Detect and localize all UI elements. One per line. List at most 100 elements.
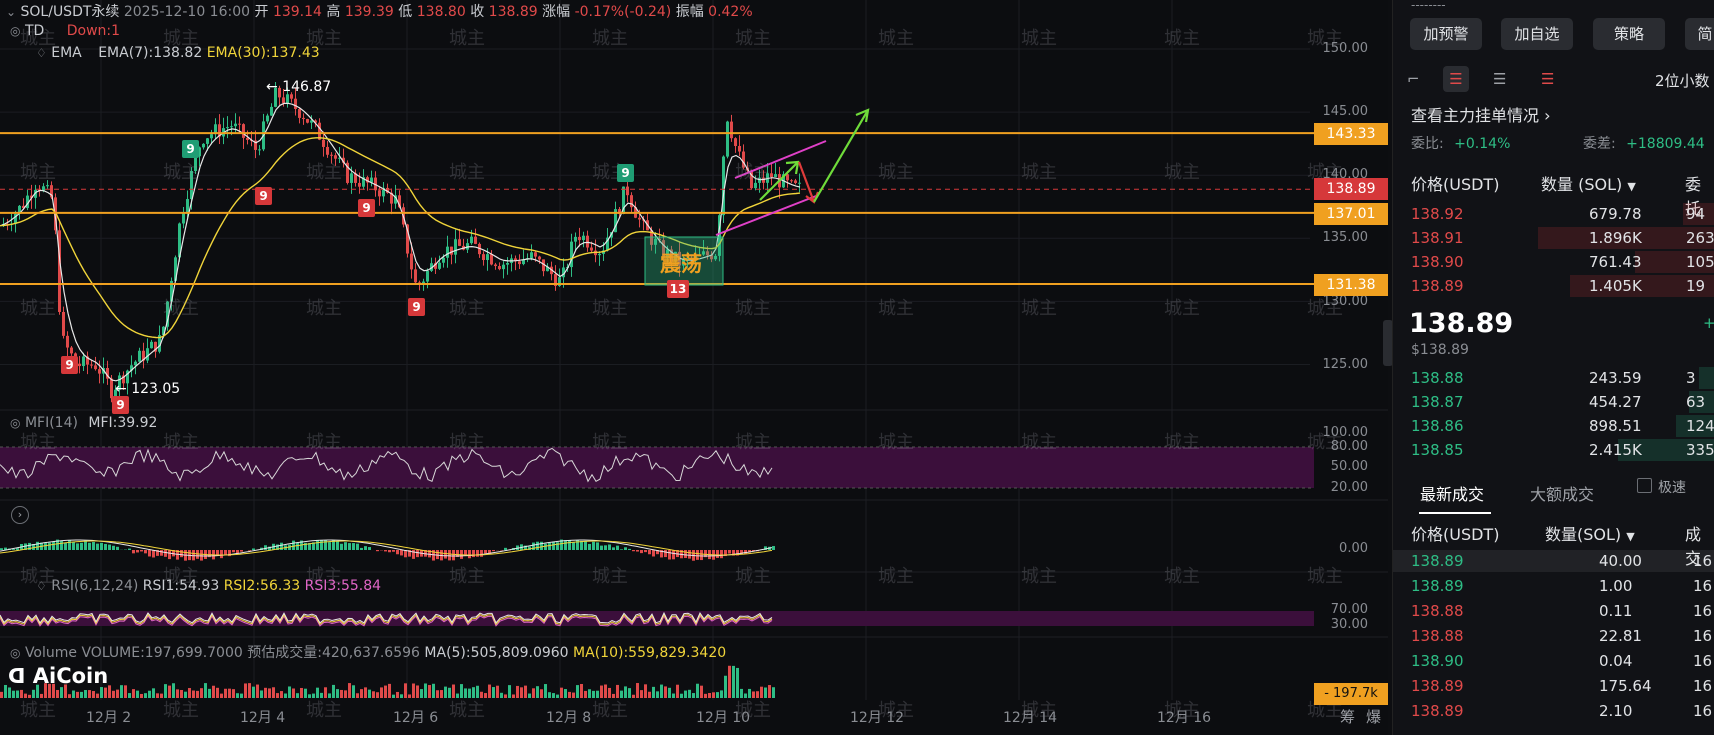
- macd-bar: [348, 543, 351, 550]
- macd-bar: [636, 550, 639, 552]
- macd-bar: [104, 543, 107, 550]
- eye-icon[interactable]: ◎: [10, 24, 20, 38]
- trade-row[interactable]: 138.89 40.00 16: [1393, 549, 1714, 574]
- macd-bar: [444, 550, 447, 559]
- macd-bar: [696, 550, 699, 560]
- td-badge: 9: [61, 356, 78, 374]
- ask-row[interactable]: 138.92 679.78 94: [1393, 202, 1714, 227]
- watermark: 城主: [449, 700, 485, 721]
- macd-bar: [596, 542, 599, 550]
- watermark: 城主: [878, 566, 914, 587]
- book-header-price: 价格(USDT): [1411, 175, 1500, 194]
- candle-body: [270, 106, 273, 116]
- watermark: 城主: [735, 432, 771, 453]
- ask-row[interactable]: 138.91 1.896K 263: [1393, 226, 1714, 251]
- tab-large-trades[interactable]: 大额成交: [1530, 481, 1594, 505]
- candle-body: [146, 348, 149, 361]
- macd-bar: [164, 550, 167, 557]
- ask-row[interactable]: 138.89 1.405K 19: [1393, 274, 1714, 299]
- macd-bar: [716, 550, 719, 558]
- candle-body: [294, 98, 297, 110]
- add-favorite-button[interactable]: 加自选: [1501, 18, 1573, 50]
- level-label-current: 138.89: [1314, 178, 1388, 200]
- volume-bar: [112, 690, 115, 698]
- trade-price: 138.88: [1411, 602, 1464, 620]
- trade-row[interactable]: 138.90 0.04 16: [1393, 649, 1714, 674]
- trade-row[interactable]: 138.88 0.11 16: [1393, 599, 1714, 624]
- bell-icon[interactable]: ♢: [36, 579, 47, 593]
- price-chart-canvas[interactable]: [0, 0, 1388, 735]
- candle-body: [626, 186, 629, 196]
- volume-bar: [356, 693, 359, 698]
- macd-bar: [48, 542, 51, 550]
- volume-label: Volume: [24, 645, 78, 661]
- layout-both-icon[interactable]: ☰: [1443, 66, 1469, 92]
- main-orders-link[interactable]: 查看主力挂单情况 ›: [1411, 102, 1551, 126]
- trade-header-qty[interactable]: 数量(SOL) ▼: [1545, 521, 1635, 545]
- expand-indicator-icon[interactable]: ›: [11, 506, 29, 524]
- trade-header-qty-label: 数量(SOL): [1545, 525, 1622, 544]
- layout-bids-icon[interactable]: ☰: [1493, 70, 1506, 88]
- candle-body: [410, 253, 413, 270]
- candle-body: [530, 252, 533, 259]
- candle-body: [302, 117, 305, 120]
- macd-bar: [688, 550, 691, 559]
- trade-row[interactable]: 138.88 22.81 16: [1393, 624, 1714, 649]
- bid-total: 3: [1686, 369, 1696, 387]
- bell-icon[interactable]: ♢: [36, 46, 47, 60]
- macd-bar: [364, 546, 367, 550]
- volume-bar: [144, 693, 147, 698]
- candle-body: [46, 185, 49, 187]
- volume-bar: [12, 690, 15, 698]
- bid-price: 138.88: [1411, 369, 1464, 387]
- volume-bar: [732, 665, 735, 698]
- macd-bar: [480, 550, 483, 557]
- candle-body: [582, 235, 585, 241]
- td-badge: 9: [182, 140, 199, 158]
- candle-body: [486, 254, 489, 261]
- tab-latest-trades[interactable]: 最新成交: [1420, 481, 1484, 505]
- trade-price: 138.89: [1411, 677, 1464, 695]
- macd-bar: [88, 542, 91, 550]
- eye-icon[interactable]: ◎: [10, 416, 20, 430]
- volume-bar: [656, 691, 659, 698]
- macd-bar: [224, 550, 227, 556]
- candle-body: [730, 121, 733, 139]
- volume-bar: [556, 694, 559, 698]
- candle-body: [238, 123, 241, 125]
- bid-row[interactable]: 138.85 2.415K 335: [1393, 438, 1714, 463]
- chips-button[interactable]: 筹: [1340, 706, 1355, 727]
- ema7-value: EMA(7):138.82: [98, 45, 203, 61]
- liquidation-button[interactable]: 爆: [1366, 706, 1381, 727]
- ask-row[interactable]: 138.90 761.43 105: [1393, 250, 1714, 275]
- trade-time: 16: [1693, 577, 1713, 595]
- decimals-select[interactable]: 2位小数: [1655, 70, 1710, 91]
- volume-bar: [92, 691, 95, 698]
- volume-bar: [128, 693, 131, 698]
- open-value: 139.14: [272, 4, 322, 20]
- eye-icon[interactable]: ◎: [10, 646, 20, 660]
- volume-bar: [516, 685, 519, 698]
- volume-bar: [636, 683, 639, 698]
- macd-bar: [472, 550, 475, 558]
- candle-body: [70, 347, 73, 354]
- book-header-qty[interactable]: 数量 (SOL) ▼: [1541, 171, 1636, 195]
- bid-row[interactable]: 138.88 243.59 3: [1393, 366, 1714, 391]
- bid-row[interactable]: 138.87 454.27 63: [1393, 390, 1714, 415]
- bid-row[interactable]: 138.86 898.51 124: [1393, 414, 1714, 439]
- layout-asks-icon[interactable]: ☰: [1541, 70, 1554, 88]
- add-alert-button[interactable]: 加预警: [1410, 18, 1482, 50]
- macd-bar: [564, 540, 567, 550]
- simple-button[interactable]: 简: [1685, 18, 1714, 50]
- macd-bar: [100, 542, 103, 550]
- trade-row[interactable]: 138.89 175.64 16: [1393, 674, 1714, 699]
- rsi2-value: RSI2:56.33: [223, 578, 301, 594]
- trade-price: 138.89: [1411, 577, 1464, 595]
- strategy-button[interactable]: 策略: [1593, 18, 1665, 50]
- chart-area[interactable]: 城主 城主 城主 城主 城主 城主 城主 城主 城主 城主 城主 城主 城主 城主 城主 城主 城主 城主 城主 城主…: [0, 0, 1388, 735]
- layout-default-icon[interactable]: ⌐: [1407, 70, 1420, 88]
- trade-row[interactable]: 138.89 2.10 16: [1393, 699, 1714, 724]
- trade-row[interactable]: 138.89 1.00 16: [1393, 574, 1714, 599]
- fast-mode-checkbox[interactable]: [1637, 478, 1652, 493]
- collapse-icon[interactable]: ⌄: [6, 5, 16, 19]
